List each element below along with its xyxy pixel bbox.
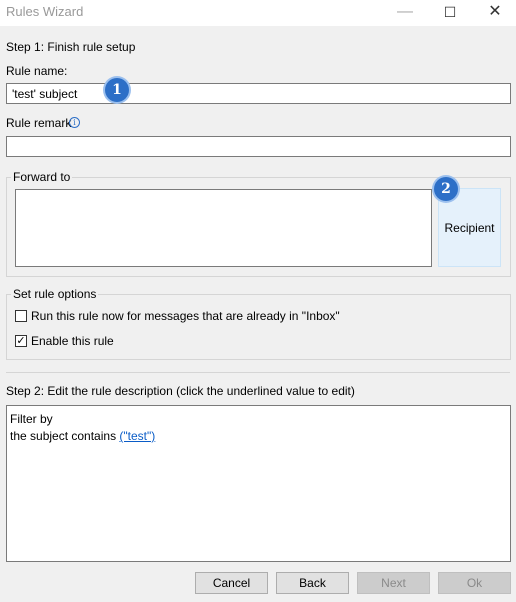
- back-button[interactable]: Back: [276, 572, 349, 594]
- run-now-checkbox[interactable]: [15, 310, 27, 322]
- close-icon[interactable]: ✕: [480, 2, 510, 22]
- forward-to-legend: Forward to: [13, 170, 71, 184]
- minimize-icon[interactable]: —: [390, 2, 420, 22]
- rule-remark-label: Rule remark: [6, 116, 72, 130]
- cancel-button[interactable]: Cancel: [195, 572, 268, 594]
- rule-options-legend: Set rule options: [13, 287, 97, 301]
- subject-value-link[interactable]: ("test"): [119, 429, 155, 443]
- window-title: Rules Wizard: [6, 4, 84, 19]
- rule-description-box: Filter by the subject contains ("test"): [6, 405, 511, 562]
- ok-button[interactable]: Ok: [438, 572, 511, 594]
- step2-heading: Step 2: Edit the rule description (click…: [6, 384, 355, 398]
- rule-name-label: Rule name:: [6, 64, 68, 78]
- badge-1: 1: [105, 78, 129, 102]
- rule-options-group: Set rule options: [6, 287, 511, 360]
- next-button[interactable]: Next: [357, 572, 430, 594]
- title-bar: Rules Wizard — ☐ ✕: [0, 0, 516, 26]
- filter-by-text: Filter by: [10, 412, 53, 426]
- forward-to-list[interactable]: [15, 189, 432, 267]
- rule-name-input[interactable]: 'test' subject: [6, 83, 511, 104]
- enable-rule-checkbox[interactable]: ✓: [15, 335, 27, 347]
- info-icon[interactable]: i: [69, 117, 80, 128]
- run-now-label: Run this rule now for messages that are …: [31, 309, 340, 323]
- recipient-button-label: Recipient: [444, 220, 495, 235]
- enable-rule-label: Enable this rule: [31, 334, 114, 348]
- subject-condition: the subject contains ("test"): [10, 429, 155, 443]
- badge-2: 2: [434, 177, 458, 201]
- divider: [6, 372, 510, 373]
- subject-condition-text: the subject contains: [10, 429, 120, 443]
- step1-heading: Step 1: Finish rule setup: [6, 40, 136, 54]
- rule-name-value: 'test' subject: [12, 87, 78, 101]
- maximize-icon[interactable]: ☐: [435, 2, 465, 22]
- rule-remark-input[interactable]: [6, 136, 511, 157]
